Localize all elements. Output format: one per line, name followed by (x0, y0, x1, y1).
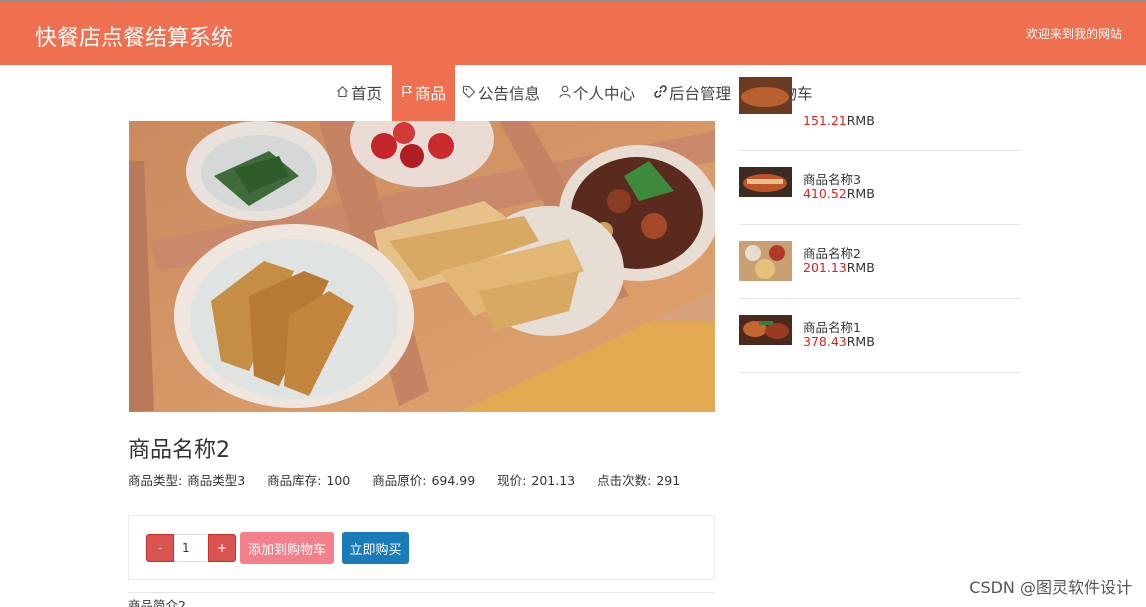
home-icon (336, 85, 349, 101)
product-price: 151.21RMB (803, 113, 875, 128)
quantity-decrease-button[interactable]: - (146, 534, 174, 562)
product-price: 410.52RMB (803, 186, 875, 201)
product-original-price-label: 商品原价: (372, 473, 427, 488)
nav-item-home[interactable]: 首页 (336, 65, 382, 121)
divider (128, 592, 715, 593)
list-item[interactable]: 151.21RMB (739, 77, 1021, 151)
link-icon (654, 85, 667, 101)
list-item[interactable]: 商品名称3 410.52RMB (739, 151, 1021, 225)
nav-item-products[interactable]: 商品 (392, 65, 456, 121)
product-meta: 商品类型: 商品类型3 商品库存: 100 商品原价: 694.99 现价: 201.1… (128, 470, 685, 489)
add-to-cart-button[interactable]: 添加到购物车 (240, 532, 334, 564)
product-thumbnail (739, 315, 792, 345)
nav-label-products: 商品 (415, 85, 447, 103)
price-unit: RMB (846, 334, 875, 349)
watermark: CSDN @图灵软件设计 (969, 578, 1132, 597)
welcome-text: 欢迎来到我的网站 (1025, 27, 1122, 41)
product-clicks-value: 291 (656, 473, 681, 488)
product-price-value: 201.13 (531, 473, 576, 488)
product-intro: 商品简介2 (128, 598, 186, 607)
product-image (129, 121, 715, 412)
buy-now-button[interactable]: 立即购买 (342, 532, 409, 564)
nav-label-home: 首页 (351, 85, 383, 103)
nav-label-announcements: 公告信息 (478, 85, 541, 103)
product-clicks-label: 点击次数: (597, 473, 652, 488)
purchase-panel: - 1 + 添加到购物车 立即购买 (128, 515, 715, 580)
product-type-value: 商品类型3 (187, 473, 246, 488)
quantity-input[interactable]: 1 (174, 534, 208, 562)
tag-icon (462, 85, 476, 102)
price-unit: RMB (846, 186, 875, 201)
price-value: 378.43 (803, 334, 847, 349)
product-thumbnail (739, 167, 792, 204)
site-header: 快餐店点餐结算系统 欢迎来到我的网站 (0, 0, 1146, 65)
product-original-price-value: 694.99 (431, 473, 476, 488)
list-item[interactable]: 商品名称1 378.43RMB (739, 299, 1021, 373)
nav-label-profile: 个人中心 (573, 85, 636, 103)
list-item[interactable]: 商品名称2 201.13RMB (739, 225, 1021, 299)
nav-label-admin: 后台管理 (669, 85, 732, 103)
price-unit: RMB (846, 260, 875, 275)
flag-icon (401, 85, 413, 101)
product-thumbnail (739, 241, 792, 281)
product-price-label: 现价: (497, 473, 527, 488)
nav-item-admin[interactable]: 后台管理 (654, 65, 731, 121)
nav-item-announcements[interactable]: 公告信息 (462, 65, 540, 121)
product-type-label: 商品类型: (128, 473, 183, 488)
price-unit: RMB (846, 113, 875, 128)
product-stock-label: 商品库存: (267, 473, 322, 488)
price-value: 410.52 (803, 186, 847, 201)
price-value: 201.13 (803, 260, 847, 275)
nav-item-profile[interactable]: 个人中心 (559, 65, 635, 121)
product-thumbnail (739, 77, 792, 114)
product-stock-value: 100 (326, 473, 351, 488)
product-title: 商品名称2 (128, 438, 230, 463)
product-price: 201.13RMB (803, 260, 875, 275)
user-icon (559, 85, 571, 101)
product-price: 378.43RMB (803, 334, 875, 349)
price-value: 151.21 (803, 113, 847, 128)
quantity-increase-button[interactable]: + (208, 534, 236, 562)
site-title: 快餐店点餐结算系统 (35, 26, 234, 51)
